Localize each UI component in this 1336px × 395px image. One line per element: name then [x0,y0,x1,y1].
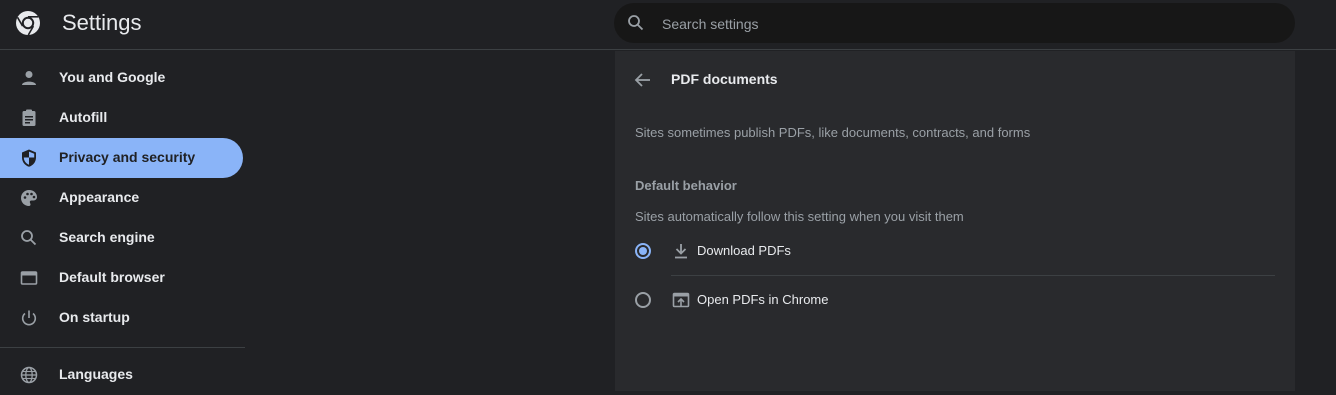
sidebar-item-label: Languages [59,366,133,382]
section-description: Sites automatically follow this setting … [635,209,964,224]
page-description: Sites sometimes publish PDFs, like docum… [635,125,1031,140]
pdf-settings-card: PDF documents Sites sometimes publish PD… [615,51,1295,391]
person-icon [19,68,39,88]
globe-icon [19,365,39,385]
sidebar-item-label: Search engine [59,229,155,245]
sidebar-item-on-startup[interactable]: On startup [0,298,243,338]
option-download-pdfs[interactable]: Download PDFs [615,231,1295,271]
sidebar: You and Google Autofill Privacy and secu… [0,51,245,391]
sidebar-item-appearance[interactable]: Appearance [0,178,243,218]
section-header: Default behavior [635,178,737,193]
back-arrow-icon[interactable] [631,68,655,92]
app-title: Settings [62,10,142,35]
download-icon [671,241,691,261]
sidebar-item-autofill[interactable]: Autofill [0,98,243,138]
sidebar-item-you-and-google[interactable]: You and Google [0,58,243,98]
option-divider [671,275,1275,276]
power-icon [19,308,39,328]
sidebar-divider [0,347,245,348]
search-input[interactable] [660,3,1264,45]
sidebar-item-label: Appearance [59,189,140,205]
search-icon [19,228,39,248]
top-bar: Settings [0,0,1336,50]
sidebar-item-label: You and Google [59,69,166,85]
sidebar-item-label: Default browser [59,269,165,285]
open-in-browser-icon [671,290,691,310]
sidebar-item-label: Privacy and security [59,149,196,165]
sidebar-item-default-browser[interactable]: Default browser [0,258,243,298]
radio-open-pdfs-in-chrome[interactable] [635,292,651,308]
sidebar-item-languages[interactable]: Languages [0,355,243,395]
chrome-logo-icon [15,10,41,36]
page-title: PDF documents [671,71,778,87]
option-open-pdfs-in-chrome[interactable]: Open PDFs in Chrome [615,280,1295,320]
radio-download-pdfs[interactable] [635,243,651,259]
sidebar-item-privacy-and-security[interactable]: Privacy and security [0,138,243,178]
sidebar-item-label: On startup [59,309,130,325]
option-label: Download PDFs [697,243,791,258]
sidebar-item-label: Autofill [59,109,108,125]
sidebar-item-search-engine[interactable]: Search engine [0,218,243,258]
clipboard-icon [19,108,39,128]
shield-icon [19,148,39,168]
browser-window-icon [19,268,39,288]
search-icon [626,13,646,33]
search-bar[interactable] [614,3,1295,45]
option-label: Open PDFs in Chrome [697,292,829,307]
palette-icon [19,188,39,208]
